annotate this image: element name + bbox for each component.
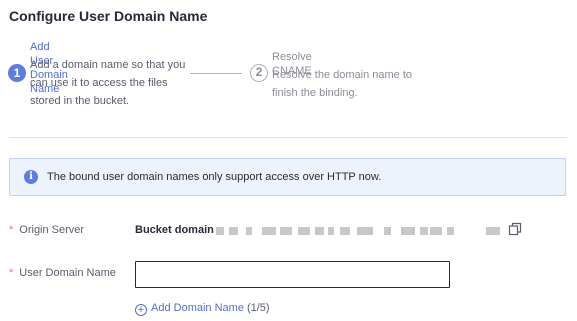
info-icon: i [24, 170, 38, 184]
origin-server-label-text: Origin Server [19, 224, 85, 236]
bucket-domain-label: Bucket domain [135, 224, 214, 236]
notice-text: The bound user domain names only support… [47, 171, 382, 183]
step-connector [190, 73, 242, 74]
user-domain-name-input[interactable] [135, 261, 450, 288]
step-2-number: 2 [250, 64, 268, 82]
add-domain-name-button[interactable]: + Add Domain Name (1/5) [135, 302, 270, 316]
origin-server-label: * Origin Server [9, 224, 84, 236]
info-notice: i The bound user domain names only suppo… [9, 158, 566, 196]
domain-count: (1/5) [246, 302, 270, 314]
page-title: Configure User Domain Name [9, 8, 208, 24]
add-circle-icon: + [135, 304, 147, 316]
bucket-domain-value-masked [216, 224, 506, 238]
required-mark: * [9, 224, 14, 236]
user-domain-name-label: * User Domain Name [9, 267, 116, 279]
user-domain-name-label-text: User Domain Name [19, 267, 116, 279]
step-1-number: 1 [8, 64, 26, 82]
section-divider [9, 137, 567, 138]
step-1-description: Add a domain name so that you can use it… [30, 59, 186, 107]
add-domain-name-label: Add Domain Name [151, 302, 244, 314]
required-mark: * [9, 267, 14, 279]
step-2-description: Resolve the domain name to finish the bi… [272, 69, 413, 99]
copy-icon[interactable] [508, 222, 522, 236]
